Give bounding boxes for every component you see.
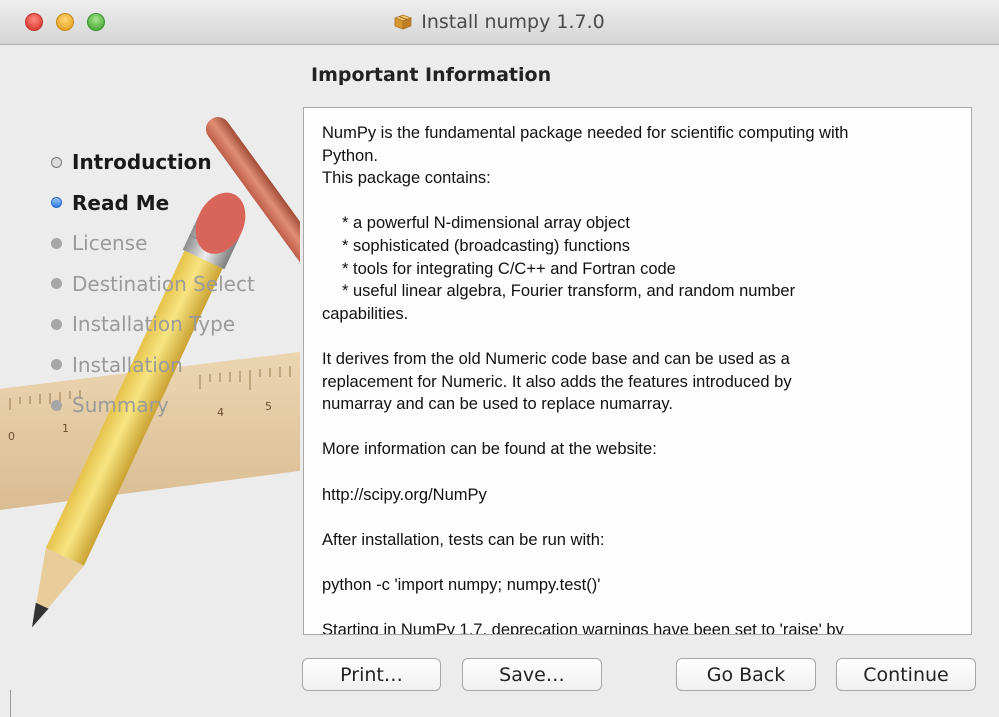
step-destination-select: Destination Select: [51, 264, 255, 305]
go-back-button[interactable]: Go Back: [676, 658, 816, 691]
readme-line: numarray and can be used to replace numa…: [322, 395, 673, 414]
step-label: Destination Select: [72, 271, 255, 296]
installer-steps: Introduction Read Me License Destination…: [51, 142, 255, 426]
step-label: License: [72, 231, 148, 256]
page-heading: Important Information: [311, 64, 552, 86]
step-installation: Installation: [51, 345, 255, 386]
step-bullet-icon: [51, 197, 62, 209]
window-title: Install numpy 1.7.0: [421, 11, 605, 33]
readme-line: Python.: [322, 146, 378, 165]
print-button[interactable]: Print…: [302, 658, 441, 691]
package-box-icon: [394, 14, 413, 30]
step-label: Installation: [72, 352, 183, 377]
title-bar[interactable]: Install numpy 1.7.0: [0, 0, 999, 45]
step-installation-type: Installation Type: [51, 304, 255, 345]
step-label: Summary: [72, 393, 169, 418]
ruler-tick-label: 0: [8, 430, 15, 443]
readme-line: It derives from the old Numeric code bas…: [322, 349, 790, 368]
readme-feature-item: * useful linear algebra, Fourier transfo…: [342, 282, 796, 301]
readme-line: More information can be found at the web…: [322, 440, 657, 459]
step-label: Read Me: [72, 190, 170, 215]
readme-text-area[interactable]: NumPy is the fundamental package needed …: [303, 107, 972, 635]
readme-line: NumPy is the fundamental package needed …: [322, 124, 849, 142]
step-bullet-icon: [51, 318, 62, 330]
step-introduction: Introduction: [51, 142, 255, 183]
step-bullet-icon: [51, 156, 62, 168]
readme-line: Starting in NumPy 1.7, deprecation warni…: [322, 621, 844, 635]
step-read-me: Read Me: [51, 183, 255, 224]
step-bullet-icon: [51, 359, 62, 371]
installer-window: Install numpy 1.7.0 0 1 4 5 Introduction…: [0, 0, 999, 717]
step-label: Installation Type: [72, 312, 236, 337]
readme-line: After installation, tests can be run wit…: [322, 530, 605, 549]
continue-button[interactable]: Continue: [836, 658, 976, 691]
readme-test-command: python -c 'import numpy; numpy.test()': [322, 575, 601, 594]
readme-line: capabilities.: [322, 304, 409, 323]
readme-feature-item: * sophisticated (broadcasting) functions: [342, 236, 630, 255]
step-summary: Summary: [51, 385, 255, 426]
step-label: Introduction: [72, 150, 212, 175]
window-edge-divider: [10, 690, 11, 717]
step-bullet-icon: [51, 237, 62, 249]
readme-feature-item: * tools for integrating C/C++ and Fortra…: [342, 259, 676, 278]
readme-url: http://scipy.org/NumPy: [322, 485, 487, 504]
step-license: License: [51, 223, 255, 264]
step-bullet-icon: [51, 278, 62, 290]
readme-line: replacement for Numeric. It also adds th…: [322, 372, 792, 391]
readme-line: This package contains:: [322, 169, 491, 188]
save-button[interactable]: Save…: [462, 658, 602, 691]
step-bullet-icon: [51, 399, 62, 411]
ruler-tick-label: 5: [265, 400, 272, 413]
readme-feature-item: * a powerful N-dimensional array object: [342, 214, 630, 233]
